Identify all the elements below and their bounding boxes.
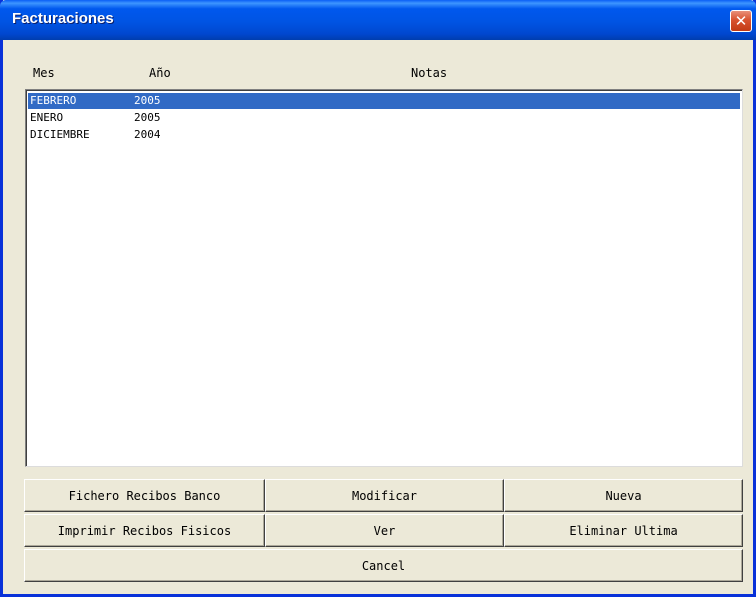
list-item[interactable]: ENERO 2005 (28, 110, 740, 126)
list-item-anio: 2005 (134, 94, 161, 107)
column-header-anio: Año (149, 66, 171, 80)
fichero-recibos-banco-button[interactable]: Fichero Recibos Banco (24, 479, 265, 512)
title-bar[interactable]: Facturaciones ✕ (0, 0, 756, 40)
ver-button[interactable]: Ver (265, 514, 504, 547)
eliminar-ultima-button[interactable]: Eliminar Ultima (504, 514, 743, 547)
list-item[interactable]: DICIEMBRE 2004 (28, 127, 740, 143)
window-title: Facturaciones (12, 10, 114, 27)
list-item-anio: 2004 (134, 128, 161, 141)
list-item-mes: ENERO (30, 111, 64, 124)
list-item-mes: FEBRERO (30, 94, 77, 107)
imprimir-recibos-fisicos-button[interactable]: Imprimir Recibos Fisicos (24, 514, 265, 547)
facturaciones-window: Facturaciones ✕ Mes Año Notas FEBRERO 20… (0, 0, 756, 597)
list-item-mes: DICIEMBRE (30, 128, 90, 141)
cancel-button[interactable]: Cancel (24, 549, 743, 582)
nueva-button[interactable]: Nueva (504, 479, 743, 512)
facturaciones-list[interactable]: FEBRERO 2005 ENERO 2005 DICIEMBRE 2004 (25, 89, 743, 467)
column-header-mes: Mes (33, 66, 55, 80)
modificar-button[interactable]: Modificar (265, 479, 504, 512)
column-header-notas: Notas (411, 66, 448, 80)
list-item-anio: 2005 (134, 111, 161, 124)
list-item[interactable]: FEBRERO 2005 (28, 93, 740, 109)
close-icon[interactable]: ✕ (730, 10, 752, 32)
